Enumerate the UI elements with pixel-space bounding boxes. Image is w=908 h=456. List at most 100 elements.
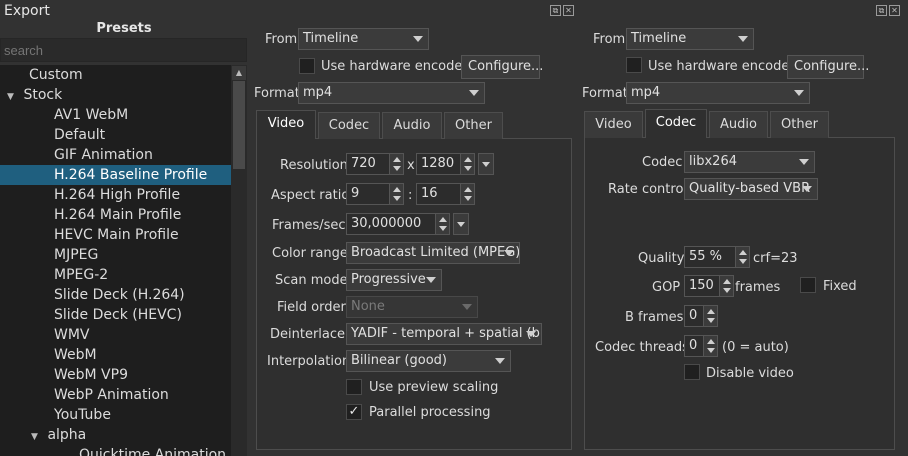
configure-button-right[interactable]: Configure...	[787, 55, 869, 79]
presets-search-input[interactable]	[0, 38, 247, 62]
preset-item-label: WebM VP9	[54, 367, 128, 383]
field-order-select: None	[346, 296, 478, 318]
preset-item[interactable]: WebP Animation	[0, 385, 231, 405]
bframes-input[interactable]: 0	[684, 305, 704, 327]
preset-item[interactable]: AV1 WebM	[0, 105, 231, 125]
preset-item[interactable]: MJPEG	[0, 245, 231, 265]
tab-other[interactable]: Other	[444, 112, 503, 139]
preset-item[interactable]: HEVC Main Profile	[0, 225, 231, 245]
preset-item[interactable]: WebM VP9	[0, 365, 231, 385]
resolution-width-input[interactable]: 720	[346, 153, 390, 175]
from-select[interactable]: Timeline	[298, 28, 429, 50]
hw-encoder-checkbox-right[interactable]	[626, 57, 642, 73]
format-select-right[interactable]: mp4	[626, 82, 810, 104]
close-icon[interactable]: ✕	[889, 5, 900, 16]
preset-item[interactable]: WebM	[0, 345, 231, 365]
resolution-menu-button[interactable]	[478, 153, 494, 175]
codec-select[interactable]: libx264	[684, 151, 815, 173]
preset-item[interactable]: Custom	[0, 65, 231, 85]
tab-audio-right[interactable]: Audio	[709, 111, 768, 138]
tab-video[interactable]: Video	[256, 110, 316, 139]
aspect-h-input[interactable]: 16	[416, 183, 461, 205]
configure-button[interactable]: Configure...	[461, 55, 543, 79]
resolution-height-stepper[interactable]	[460, 153, 475, 175]
aspect-ratio-label: Aspect ratio	[271, 188, 350, 203]
field-order-label: Field order	[277, 300, 346, 315]
hw-encoder-checkbox[interactable]	[299, 58, 315, 74]
preset-item[interactable]: YouTube	[0, 405, 231, 425]
fps-input[interactable]: 30,000000	[346, 213, 436, 235]
bframes-stepper[interactable]	[703, 305, 718, 327]
from-label-right: From	[593, 32, 626, 47]
scroll-up-icon[interactable]: ▲	[232, 66, 246, 80]
preset-item[interactable]: H.264 Main Profile	[0, 205, 231, 225]
from-label: From	[265, 32, 298, 47]
tab-codec-right[interactable]: Codec	[645, 109, 707, 138]
dock-buttons-left: ⧉ ✕	[550, 5, 574, 16]
chevron-down-icon	[526, 331, 536, 337]
preset-item[interactable]: Slide Deck (H.264)	[0, 285, 231, 305]
from-select-right[interactable]: Timeline	[626, 28, 754, 50]
expand-arrow-icon[interactable]: ▼	[7, 87, 19, 107]
codec-threads-input[interactable]: 0	[684, 335, 704, 357]
disable-video-label: Disable video	[706, 366, 794, 381]
gop-fixed-checkbox[interactable]	[800, 277, 816, 293]
preset-item[interactable]: ▼ Stock	[0, 85, 231, 105]
codec-threads-stepper[interactable]	[703, 335, 718, 357]
preset-item-label: H.264 Main Profile	[54, 207, 182, 223]
tab-codec[interactable]: Codec	[318, 112, 380, 139]
preset-item-label: H.264 High Profile	[54, 187, 181, 203]
expand-arrow-icon[interactable]: ▼	[31, 427, 43, 447]
aspect-w-stepper[interactable]	[389, 183, 404, 205]
preset-item[interactable]: Default	[0, 125, 231, 145]
deinterlacer-label: Deinterlacer	[270, 327, 351, 342]
quality-input[interactable]: 55 %	[684, 246, 736, 268]
preset-item[interactable]: H.264 Baseline Profile	[0, 165, 231, 185]
fps-stepper[interactable]	[435, 213, 450, 235]
presets-tree[interactable]: Custom ▼ Stock AV1 WebM Default GIF Animatio…	[0, 65, 231, 456]
rate-control-select[interactable]: Quality-based VBR	[684, 178, 818, 200]
resolution-height-input[interactable]: 1280	[416, 153, 461, 175]
scroll-thumb[interactable]	[233, 81, 245, 169]
preset-item-label: WebP Animation	[54, 387, 169, 403]
preset-item-label: Slide Deck (H.264)	[54, 287, 185, 303]
aspect-w-input[interactable]: 9	[346, 183, 390, 205]
codec-label: Codec	[642, 155, 683, 170]
gop-input[interactable]: 150	[684, 275, 720, 297]
codec-threads-hint: (0 = auto)	[722, 340, 789, 355]
tab-audio[interactable]: Audio	[382, 112, 442, 139]
resolution-width-stepper[interactable]	[389, 153, 404, 175]
gop-stepper[interactable]	[719, 275, 734, 297]
float-icon[interactable]: ⧉	[550, 5, 561, 16]
format-value: mp4	[303, 85, 333, 100]
scan-mode-select[interactable]: Progressive	[346, 269, 442, 291]
parallel-processing-checkbox[interactable]: ✓	[346, 404, 362, 420]
color-range-select[interactable]: Broadcast Limited (MPEG)	[346, 242, 520, 264]
preset-item[interactable]: ▼ alpha	[0, 425, 231, 445]
disable-video-checkbox[interactable]	[684, 364, 700, 380]
chevron-down-icon	[462, 304, 472, 310]
aspect-h-stepper[interactable]	[460, 183, 475, 205]
preview-scaling-checkbox[interactable]	[346, 379, 362, 395]
tab-other-right[interactable]: Other	[770, 111, 829, 138]
hw-encoder-label: Use hardware encoder	[321, 59, 468, 74]
presets-scrollbar[interactable]: ▲	[231, 65, 247, 456]
preset-item[interactable]: WMV	[0, 325, 231, 345]
parallel-processing-label: Parallel processing	[369, 405, 491, 420]
interpolation-select[interactable]: Bilinear (good)	[346, 350, 511, 372]
preset-item-label: HEVC Main Profile	[54, 227, 179, 243]
quality-stepper[interactable]	[735, 246, 750, 268]
float-icon[interactable]: ⧉	[876, 5, 887, 16]
fps-label: Frames/sec	[272, 218, 346, 233]
fps-menu-button[interactable]	[453, 213, 469, 235]
gop-unit: frames	[735, 280, 781, 295]
preset-item[interactable]: H.264 High Profile	[0, 185, 231, 205]
preset-item[interactable]: GIF Animation	[0, 145, 231, 165]
codec-value: libx264	[689, 154, 737, 169]
tab-video-right[interactable]: Video	[584, 111, 643, 138]
preset-item[interactable]: Slide Deck (HEVC)	[0, 305, 231, 325]
deinterlacer-select[interactable]: YADIF - temporal + spatial (b	[346, 323, 542, 345]
format-select[interactable]: mp4	[298, 82, 485, 104]
close-icon[interactable]: ✕	[563, 5, 574, 16]
preset-item[interactable]: MPEG-2	[0, 265, 231, 285]
